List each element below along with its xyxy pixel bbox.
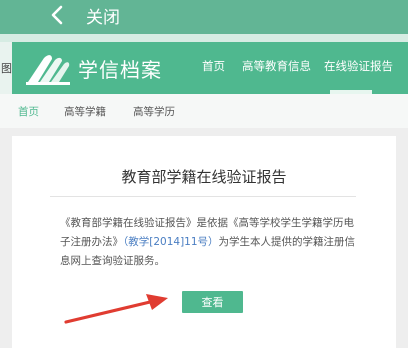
nav-higher-education-info[interactable]: 高等教育信息 (242, 58, 311, 74)
view-button[interactable]: 查看 (182, 291, 243, 313)
report-card: 教育部学籍在线验证报告 《教育部学籍在线验证报告》是依据《高等学校学生学籍学历电… (12, 136, 396, 348)
nav-online-verification-report[interactable]: 在线验证报告 (324, 58, 393, 74)
report-title: 教育部学籍在线验证报告 (121, 168, 287, 186)
regulation-link[interactable]: （教学[2014]11号） (123, 236, 219, 248)
report-description: 《教育部学籍在线验证报告》是依据《高等学校学生学籍学历电子注册办法》（教学[20… (60, 214, 360, 271)
chevron-left-icon[interactable] (46, 0, 68, 30)
title-divider (50, 196, 356, 197)
book-pages-icon (26, 55, 70, 85)
close-button[interactable]: 关闭 (86, 3, 120, 28)
nav-home[interactable]: 首页 (202, 58, 225, 74)
subnav-home[interactable]: 首页 (18, 104, 39, 119)
subnav-higher-degree[interactable]: 高等学历 (133, 104, 175, 119)
brand-name[interactable]: 学信档案 (78, 54, 162, 83)
sub-navigation: 首页 高等学籍 高等学历 (0, 94, 408, 129)
subnav-higher-enrollment[interactable]: 高等学籍 (64, 104, 106, 119)
divider (0, 34, 408, 42)
app-bar: 关闭 (0, 0, 408, 34)
background-window-edge: 图 (0, 42, 12, 94)
background-text: 图 (1, 62, 12, 75)
site-header: 学信档案 首页 高等教育信息 在线验证报告 (12, 42, 408, 94)
screen: 关闭 图 学信档案 首页 高等教育信息 在线验证报告 首页 高等学籍 高等学历 … (0, 0, 408, 348)
